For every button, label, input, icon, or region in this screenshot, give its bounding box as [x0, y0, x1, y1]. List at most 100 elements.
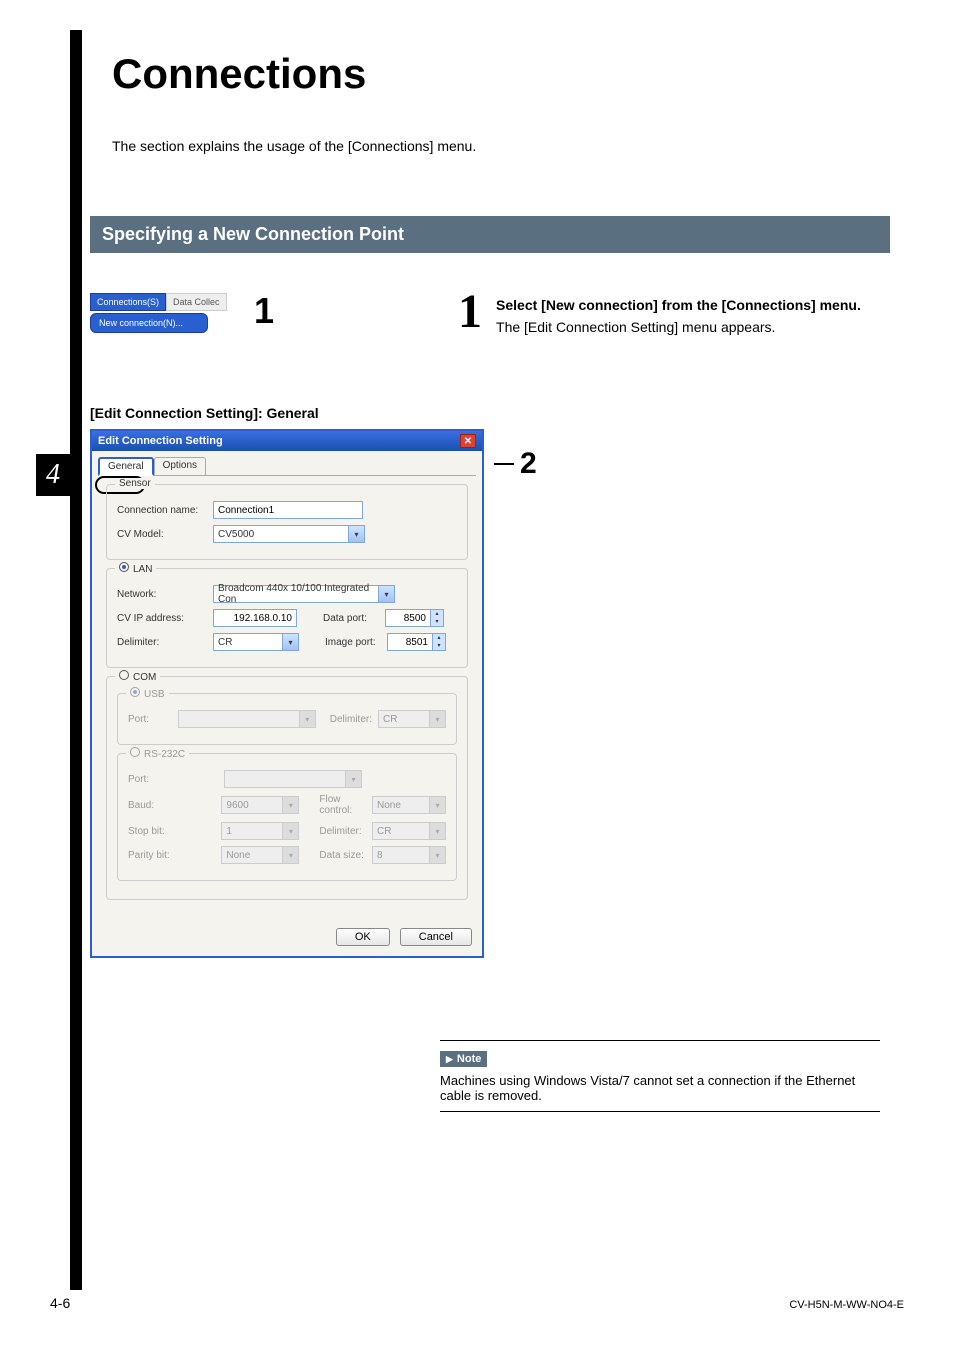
label-cv-ip: CV IP address:	[117, 613, 207, 624]
lan-label: LAN	[133, 564, 152, 575]
rs232c-radio-dot[interactable]	[130, 747, 140, 757]
label-data-port: Data port:	[323, 613, 379, 624]
dialog-wrap: Edit Connection Setting ✕ General Option…	[90, 429, 484, 958]
lan-delimiter-select[interactable]: CR ▾	[213, 633, 299, 651]
rs232c-group: RS-232C Port: ▾ Baud: 9600	[117, 753, 457, 881]
usb-label: USB	[144, 689, 165, 700]
datasize-value: 8	[373, 847, 429, 863]
chevron-down-icon: ▾	[282, 634, 298, 650]
label-datasize: Data size:	[319, 850, 366, 861]
stopbit-select: 1 ▾	[221, 822, 299, 840]
com-radio[interactable]: COM	[115, 670, 160, 683]
dialog-tabs: General Options	[98, 457, 476, 476]
chevron-down-icon: ▾	[378, 586, 394, 602]
usb-group: USB Port: ▾ Delimiter: CR ▾	[117, 693, 457, 745]
callout-1-left: 1	[254, 293, 274, 329]
note-rule-top	[440, 1040, 880, 1041]
callout-2-number: 2	[520, 447, 537, 481]
note-tag: ▶ Note	[440, 1051, 487, 1067]
note-tag-text: Note	[457, 1053, 481, 1065]
tab-general[interactable]: General	[98, 457, 154, 476]
label-baud: Baud:	[128, 800, 215, 811]
usb-radio-dot[interactable]	[130, 687, 140, 697]
label-rs-port: Port:	[128, 774, 218, 785]
chevron-down-icon: ▾	[429, 823, 445, 839]
usb-radio[interactable]: USB	[126, 687, 169, 700]
section-heading: Specifying a New Connection Point	[90, 216, 890, 253]
dialog-subheading: [Edit Connection Setting]: General	[90, 405, 890, 421]
rs232c-label: RS-232C	[144, 749, 185, 760]
step-1-result: The [Edit Connection Setting] menu appea…	[496, 319, 890, 335]
dialog-body: Sensor Connection name: CV Model: CV5000…	[92, 476, 482, 918]
label-usb-port: Port:	[128, 714, 172, 725]
tab-options[interactable]: Options	[154, 457, 206, 475]
triangle-icon: ▶	[446, 1054, 453, 1064]
cancel-button[interactable]: Cancel	[400, 928, 472, 946]
label-parity: Parity bit:	[128, 850, 215, 861]
chevron-down-icon: ▾	[429, 797, 445, 813]
menu-tab-connections[interactable]: Connections(S)	[90, 293, 166, 311]
dialog-title-text: Edit Connection Setting	[98, 435, 223, 447]
note-block: ▶ Note Machines using Windows Vista/7 can…	[440, 1040, 880, 1112]
label-delimiter: Delimiter:	[117, 637, 207, 648]
menu-tabs: Connections(S) Data Collec	[90, 293, 230, 311]
sensor-group-title: Sensor	[115, 478, 155, 489]
data-port-spin[interactable]: ▴▾	[385, 609, 444, 627]
com-radio-dot[interactable]	[119, 670, 129, 680]
callout-line	[494, 463, 514, 465]
image-port-spin[interactable]: ▴▾	[387, 633, 446, 651]
usb-delimiter-value: CR	[379, 711, 429, 727]
lan-delimiter-value: CR	[214, 634, 282, 650]
label-usb-delimiter: Delimiter:	[330, 714, 372, 725]
label-flow: Flow control:	[319, 794, 366, 816]
image-port-input[interactable]	[387, 633, 433, 651]
label-image-port: Image port:	[325, 637, 381, 648]
datasize-select: 8 ▾	[372, 846, 446, 864]
lan-radio[interactable]: LAN	[115, 562, 156, 575]
spin-buttons[interactable]: ▴▾	[431, 609, 444, 627]
flow-select: None ▾	[372, 796, 446, 814]
rs232c-radio[interactable]: RS-232C	[126, 747, 189, 760]
stopbit-value: 1	[222, 823, 282, 839]
vertical-rule	[70, 30, 82, 1290]
menu-item-new-connection[interactable]: New connection(N)...	[90, 313, 208, 333]
label-rs-delimiter: Delimiter:	[319, 826, 366, 837]
cv-model-value: CV5000	[214, 526, 348, 542]
spin-buttons[interactable]: ▴▾	[433, 633, 446, 651]
menu-tab-datacollect[interactable]: Data Collec	[166, 293, 227, 311]
ok-button[interactable]: OK	[336, 928, 390, 946]
cv-ip-input[interactable]	[213, 609, 297, 627]
lan-radio-dot[interactable]	[119, 562, 129, 572]
sensor-group: Sensor Connection name: CV Model: CV5000…	[106, 484, 468, 560]
dialog-button-row: OK Cancel	[92, 918, 482, 956]
rs-port-select: ▾	[224, 770, 362, 788]
baud-value: 9600	[222, 797, 282, 813]
network-value: Broadcom 440x 10/100 Integrated Con	[214, 586, 378, 602]
chevron-down-icon: ▾	[282, 847, 298, 863]
baud-select: 9600 ▾	[221, 796, 299, 814]
chevron-down-icon: ▾	[282, 797, 298, 813]
usb-delimiter-select: CR ▾	[378, 710, 446, 728]
parity-value: None	[222, 847, 282, 863]
connection-name-input[interactable]	[213, 501, 363, 519]
note-text: Machines using Windows Vista/7 cannot se…	[440, 1073, 880, 1103]
data-port-input[interactable]	[385, 609, 431, 627]
dialog-titlebar: Edit Connection Setting ✕	[92, 431, 482, 451]
rs-delimiter-value: CR	[373, 823, 429, 839]
label-network: Network:	[117, 589, 207, 600]
cv-model-select[interactable]: CV5000 ▾	[213, 525, 365, 543]
label-cv-model: CV Model:	[117, 529, 207, 540]
page-number: 4-6	[50, 1295, 70, 1311]
usb-port-value	[179, 711, 299, 727]
network-select[interactable]: Broadcom 440x 10/100 Integrated Con ▾	[213, 585, 395, 603]
chevron-down-icon: ▾	[348, 526, 364, 542]
close-icon[interactable]: ✕	[460, 434, 476, 448]
page-content: Connections The section explains the usa…	[90, 50, 890, 958]
chevron-down-icon: ▾	[429, 711, 445, 727]
chapter-tab: 4	[36, 454, 70, 496]
chevron-down-icon: ▾	[299, 711, 315, 727]
chevron-down-icon: ▾	[345, 771, 361, 787]
label-connection-name: Connection name:	[117, 505, 207, 516]
com-label: COM	[133, 672, 156, 683]
flow-value: None	[373, 797, 429, 813]
